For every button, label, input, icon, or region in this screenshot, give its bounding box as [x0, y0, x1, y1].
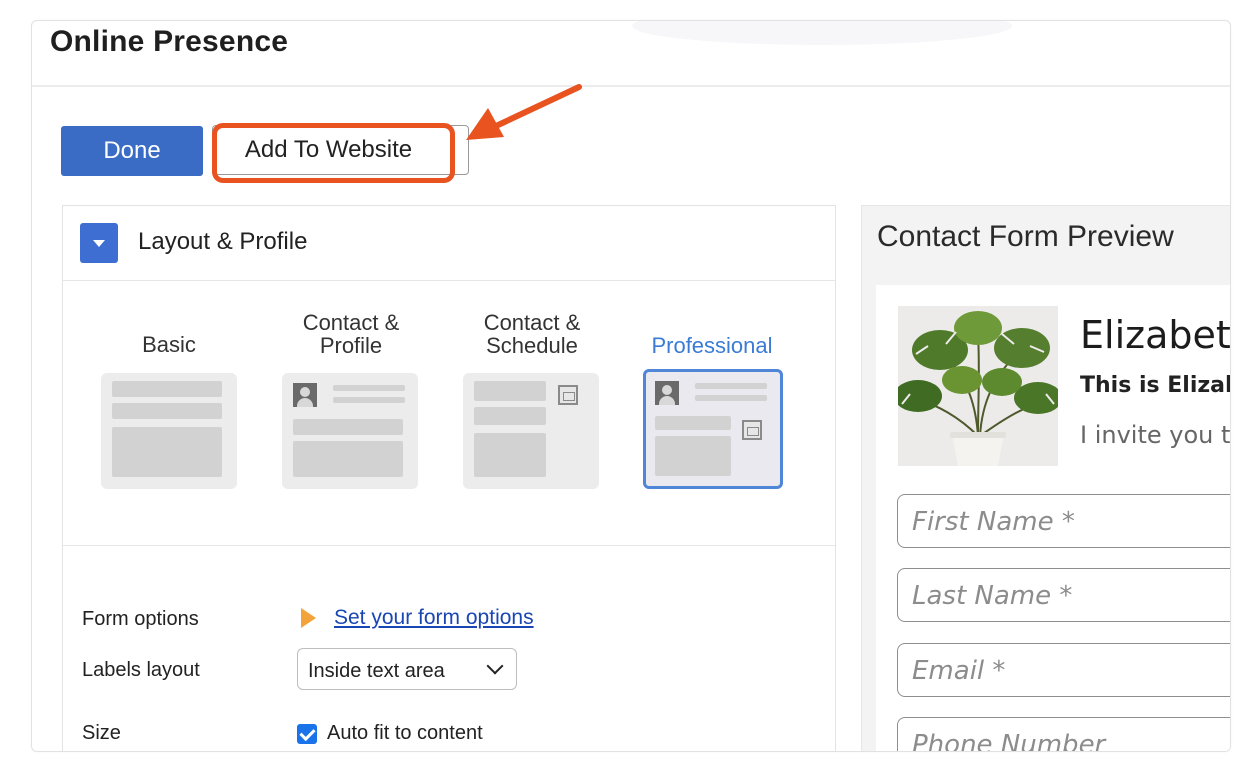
contact-form-preview: Elizabeth This is Elizal I invite you t … [876, 285, 1231, 752]
avatar-icon [655, 381, 679, 405]
email-field[interactable]: Email * [897, 643, 1230, 697]
layout-option-professional[interactable]: Professional [642, 281, 783, 521]
layout-profile-title: Layout & Profile [138, 228, 308, 255]
layout-label-line1: Contact & [483, 310, 581, 335]
layout-option-basic[interactable]: Basic [99, 281, 239, 521]
profile-name: Elizabeth [1080, 313, 1231, 357]
labels-layout-select[interactable]: Inside text area [297, 648, 517, 690]
avatar-icon [293, 383, 317, 407]
header-glow [632, 21, 1012, 45]
profile-photo [898, 306, 1058, 466]
page-title: Online Presence [50, 25, 289, 58]
first-name-placeholder: First Name * [912, 507, 1075, 537]
layout-thumb-professional[interactable] [643, 369, 783, 489]
set-form-options-link[interactable]: Set your form options [334, 606, 534, 630]
layout-option-contact-profile[interactable]: Contact & Profile [281, 281, 421, 521]
auto-fit-checkbox[interactable] [297, 724, 317, 744]
preview-title: Contact Form Preview [877, 220, 1174, 253]
calendar-icon [742, 420, 762, 440]
collapse-toggle-icon[interactable] [80, 223, 118, 263]
last-name-field[interactable]: Last Name * [897, 568, 1230, 622]
plant-image [898, 306, 1058, 466]
email-placeholder: Email * [912, 656, 1006, 686]
labels-layout-value: Inside text area [308, 660, 445, 682]
layout-profile-header[interactable]: Layout & Profile [63, 206, 835, 281]
layout-thumb-contact-schedule[interactable] [463, 373, 599, 489]
auto-fit-label[interactable]: Auto fit to content [327, 722, 483, 745]
layout-profile-panel: Layout & Profile Basic Contact & Profile [62, 205, 836, 751]
layout-label-line2: Profile [319, 333, 383, 358]
layout-options: Basic Contact & Profile Contact & Schedu… [63, 281, 835, 546]
calendar-icon [558, 385, 578, 405]
arrow-annotation [466, 84, 582, 140]
play-icon [301, 608, 316, 628]
online-presence-card: Online Presence Done Add To Website Layo… [31, 20, 1231, 752]
layout-thumb-contact-profile[interactable] [282, 373, 418, 489]
phone-number-placeholder: Phone Number [912, 730, 1106, 752]
first-name-field[interactable]: First Name * [897, 494, 1230, 548]
done-button[interactable]: Done [61, 126, 203, 176]
layout-label-line1: Contact & [302, 310, 400, 335]
chevron-down-icon [486, 657, 504, 675]
highlight-box [212, 123, 455, 183]
layout-label: Professional [651, 333, 773, 358]
contact-form-preview-panel: Contact Form Preview Elizabet This is El… [861, 205, 1231, 752]
phone-number-field[interactable]: Phone Number [897, 717, 1230, 752]
layout-label-line2: Schedule [486, 333, 578, 358]
labels-layout-label: Labels layout [82, 659, 200, 681]
form-options-label: Form options [82, 608, 199, 630]
size-label: Size [82, 722, 121, 744]
profile-subtitle: This is Elizal [1080, 373, 1231, 398]
layout-option-contact-schedule[interactable]: Contact & Schedule [462, 281, 602, 521]
layout-thumb-basic[interactable] [101, 373, 237, 489]
last-name-placeholder: Last Name * [912, 581, 1073, 611]
layout-label: Basic [142, 332, 196, 357]
profile-description: I invite you t [1080, 421, 1231, 449]
page-header: Online Presence [32, 21, 1230, 87]
